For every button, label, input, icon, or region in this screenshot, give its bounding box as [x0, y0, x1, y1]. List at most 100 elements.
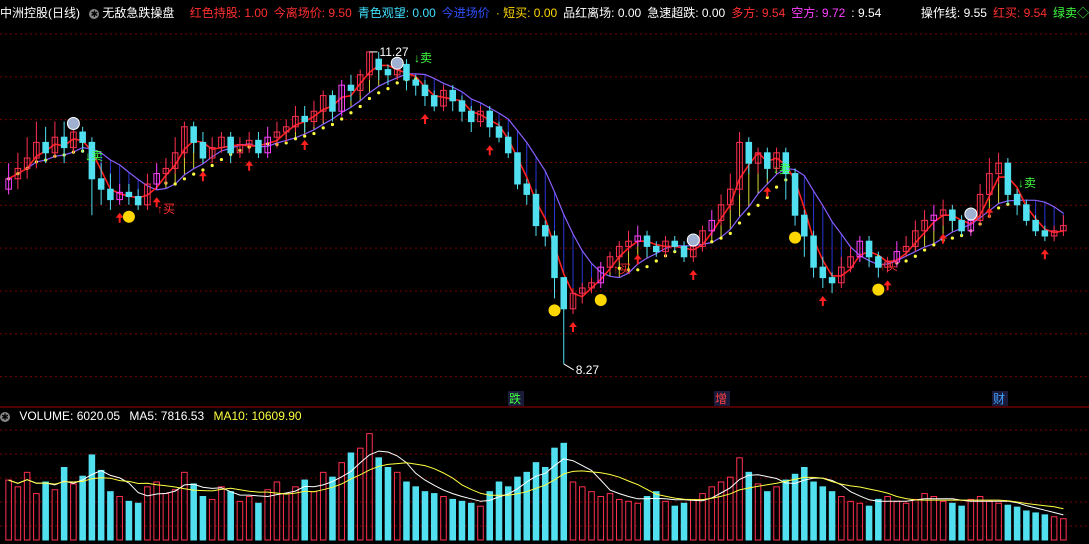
volume-bar: [51, 489, 59, 541]
volume-bar: [134, 502, 142, 541]
volume-bar: [458, 500, 466, 541]
support-dot: [756, 203, 760, 207]
candle-body: [791, 173, 799, 216]
volume-bar: [810, 481, 817, 541]
stock-title[interactable]: 中洲控股(日线): [0, 0, 80, 26]
support-dot: [219, 157, 224, 162]
candle-body: [958, 219, 965, 232]
volume-bar: [310, 491, 318, 541]
candle-body: [551, 235, 558, 279]
support-dot: [303, 134, 307, 138]
candle-body: [810, 235, 817, 268]
volume-bar: [708, 486, 716, 541]
buy-arrow: [818, 296, 827, 306]
candle-body: [1041, 230, 1049, 237]
candle-body: [1013, 193, 1021, 206]
support-dot: [710, 240, 714, 244]
volume-bar: [1041, 514, 1049, 541]
support-dot: [173, 182, 177, 186]
support-dot: [182, 177, 187, 181]
candle-body: [125, 191, 133, 197]
support-dot: [645, 265, 649, 269]
smiley-icon: [872, 283, 885, 296]
candle-body: [643, 235, 651, 247]
high-price-label: 11.27: [379, 45, 408, 59]
sell-marker-icon: [686, 233, 700, 247]
settings-icon[interactable]: ✱: [89, 8, 100, 19]
buy-arrow: [115, 212, 124, 223]
smiley-icon: [548, 304, 561, 317]
volume-bar: [255, 502, 262, 541]
volume-bar: [782, 479, 790, 541]
volume-ma5: MA5: 7816.53: [129, 409, 205, 423]
volume-bar: [745, 471, 753, 541]
volume-bar: [551, 447, 558, 541]
candle-body: [199, 141, 207, 159]
smiley-icon: [122, 210, 135, 223]
volume-bar: [23, 471, 31, 541]
volume-bar: [319, 471, 327, 541]
volume-bar: [717, 481, 725, 541]
candle-body: [384, 69, 392, 76]
volume-bar: [643, 496, 651, 541]
volume-bar: [282, 493, 290, 541]
support-dot: [904, 259, 908, 263]
volume-bar: [662, 500, 669, 541]
volume-bar: [208, 498, 216, 541]
indicator-item-3: 今进场价: [441, 6, 490, 20]
low-marker: [563, 363, 575, 371]
candle-body: [671, 240, 679, 247]
volume-bar: [171, 489, 179, 541]
buy-label: ↑买: [880, 259, 898, 273]
volume-bar: [875, 498, 882, 541]
indicator-name[interactable]: ✱ 无敌急跌操盘: [89, 0, 180, 26]
support-dot: [293, 137, 298, 141]
sell-marker-icon: [390, 56, 404, 70]
indicator-item-5: 品红离场: 0.00: [563, 6, 642, 20]
candle-body: [1032, 219, 1039, 232]
support-dot: [330, 122, 335, 127]
support-dot: [340, 117, 344, 121]
volume-bar: [690, 498, 697, 541]
volume-bar: [541, 467, 549, 541]
buy-arrow: [1040, 249, 1049, 260]
volume-bar: [264, 489, 271, 541]
sell-label: ↓卖: [414, 51, 432, 65]
volume-bar: [828, 491, 836, 541]
candle-body: [430, 95, 438, 107]
volume-bar: [1004, 504, 1012, 541]
volume-bar: [338, 462, 345, 541]
volume-bar: [292, 486, 299, 541]
volume-bar: [60, 467, 68, 541]
buy-arrow: [420, 114, 429, 124]
volume-bar: [273, 481, 281, 541]
volume-bar: [1032, 512, 1039, 541]
volume-bar: [421, 491, 429, 541]
settings-icon[interactable]: ✱: [0, 411, 10, 422]
candle-body: [541, 225, 549, 237]
volume-bar: [634, 502, 642, 541]
support-dot: [654, 259, 658, 263]
right-item-1: 红买: 9.54: [992, 6, 1047, 20]
indicator-item-4: · 短买: 0.00: [495, 6, 558, 20]
volume-ma10: MA10: 10609.90: [213, 409, 302, 423]
buy-label: ↑买: [613, 262, 631, 276]
volume-bar: [819, 486, 827, 541]
volume-bar: [856, 502, 864, 541]
volume-bar: [477, 505, 484, 541]
candle-body: [680, 245, 688, 258]
candle-body: [486, 110, 494, 128]
volume-bar: [838, 496, 845, 541]
volume-bar: [1050, 516, 1058, 541]
volume-bar: [440, 496, 447, 541]
volume-bar: [97, 469, 105, 541]
smiley-icon: [594, 294, 607, 306]
volume-bar: [588, 491, 595, 541]
volume-bar: [393, 471, 401, 541]
buy-arrow: [689, 270, 698, 280]
volume-bar: [578, 486, 586, 541]
support-dot: [377, 91, 381, 95]
support-dot: [386, 87, 390, 91]
volume-bar: [245, 496, 253, 541]
volume-bar: [773, 486, 780, 541]
